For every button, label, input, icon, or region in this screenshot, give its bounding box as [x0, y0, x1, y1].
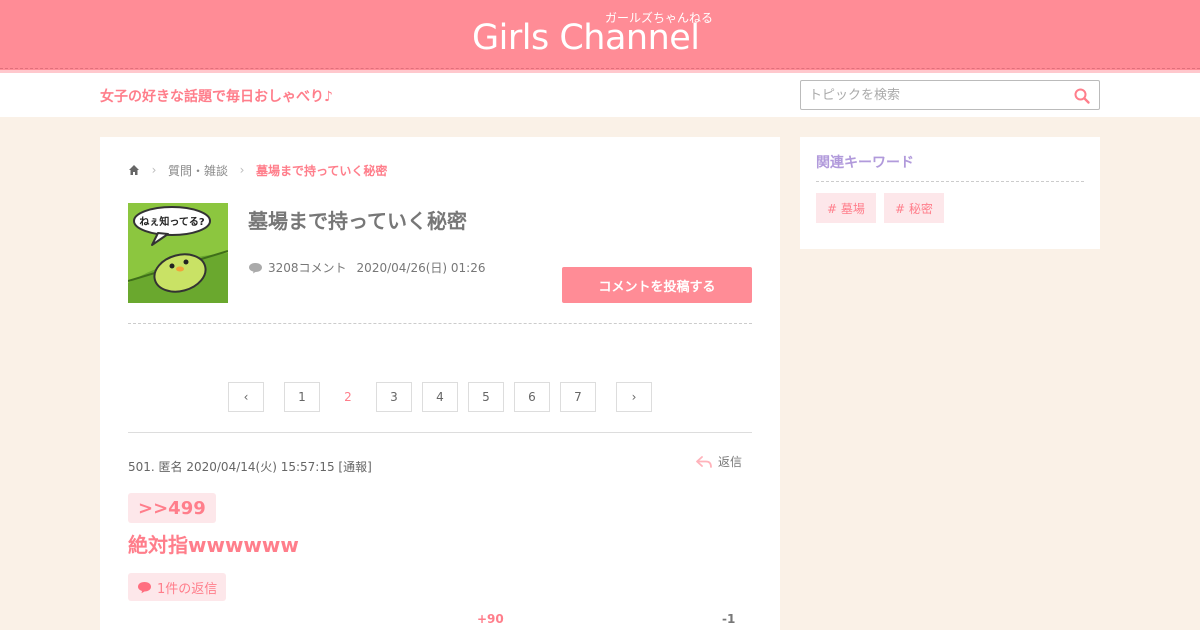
search-input[interactable]	[809, 86, 1059, 104]
reply-label: 返信	[718, 455, 743, 469]
related-keywords-title: 関連キーワード	[816, 155, 914, 171]
breadcrumb: › 質問・雑談 › 墓場まで持っていく秘密	[128, 162, 387, 178]
header-dashed-line	[0, 68, 1200, 69]
search-icon[interactable]	[1073, 87, 1091, 105]
site-header: Girls Channel ガールズちゃんねる	[0, 0, 1200, 73]
topic-thumbnail[interactable]: ねぇ知ってる?	[128, 203, 228, 303]
prev-page-button[interactable]: ‹	[228, 382, 264, 412]
plus-vote-button[interactable]: +90	[477, 612, 504, 626]
home-icon[interactable]	[128, 164, 140, 176]
topic-title: 墓場まで持っていく秘密	[248, 209, 467, 233]
related-keywords-panel: 関連キーワード # 墓場 # 秘密	[800, 137, 1100, 249]
keyword-tag[interactable]: # 秘密	[884, 193, 944, 223]
comment-body: 絶対指wwwwww	[128, 533, 299, 557]
topic-panel: › 質問・雑談 › 墓場まで持っていく秘密 ねぇ知ってる? 墓場まで持っていく秘…	[100, 137, 780, 630]
page-current-2: 2	[330, 382, 366, 412]
divider	[128, 432, 752, 433]
post-comment-button[interactable]: コメントを投稿する	[562, 267, 752, 303]
chevron-right-icon: ›	[239, 163, 245, 177]
bird-illustration: ねぇ知ってる?	[128, 203, 228, 303]
page-link-7[interactable]: 7	[560, 382, 596, 412]
search-box	[800, 80, 1100, 110]
divider	[128, 323, 752, 324]
breadcrumb-category[interactable]: 質問・雑談	[168, 162, 228, 179]
sub-header: 女子の好きな話題で毎日おしゃべり♪	[0, 73, 1200, 117]
replies-count: 1件の返信	[157, 581, 218, 597]
comment-meta: 501. 匿名 2020/04/14(火) 15:57:15 [通報]	[128, 460, 372, 474]
site-logo-ruby: ガールズちゃんねる	[605, 11, 714, 25]
anchor-link[interactable]: >>499	[128, 493, 216, 523]
page-link-4[interactable]: 4	[422, 382, 458, 412]
keyword-tag[interactable]: # 墓場	[816, 193, 876, 223]
next-page-button[interactable]: ›	[616, 382, 652, 412]
thumbnail-speech-text: ねぇ知ってる?	[139, 215, 204, 228]
speech-bubble-icon	[138, 581, 151, 593]
replies-button[interactable]: 1件の返信	[128, 573, 227, 601]
page-link-3[interactable]: 3	[376, 382, 412, 412]
minus-vote-button[interactable]: -1	[722, 612, 735, 626]
comment-count[interactable]: 3208コメント	[268, 259, 347, 276]
page-link-6[interactable]: 6	[514, 382, 550, 412]
breadcrumb-current: 墓場まで持っていく秘密	[256, 163, 388, 178]
divider	[816, 181, 1084, 182]
reply-arrow-icon	[696, 455, 712, 468]
topic-date: 2020/04/26(日) 01:26	[356, 261, 486, 275]
topic-meta: 3208コメント 2020/04/26(日) 01:26	[248, 259, 485, 276]
comment-icon	[249, 262, 262, 273]
page-link-5[interactable]: 5	[468, 382, 504, 412]
reply-button[interactable]: 返信	[696, 453, 742, 470]
site-tagline: 女子の好きな話題で毎日おしゃべり♪	[100, 89, 333, 105]
chevron-right-icon: ›	[151, 163, 157, 177]
page-link-1[interactable]: 1	[284, 382, 320, 412]
